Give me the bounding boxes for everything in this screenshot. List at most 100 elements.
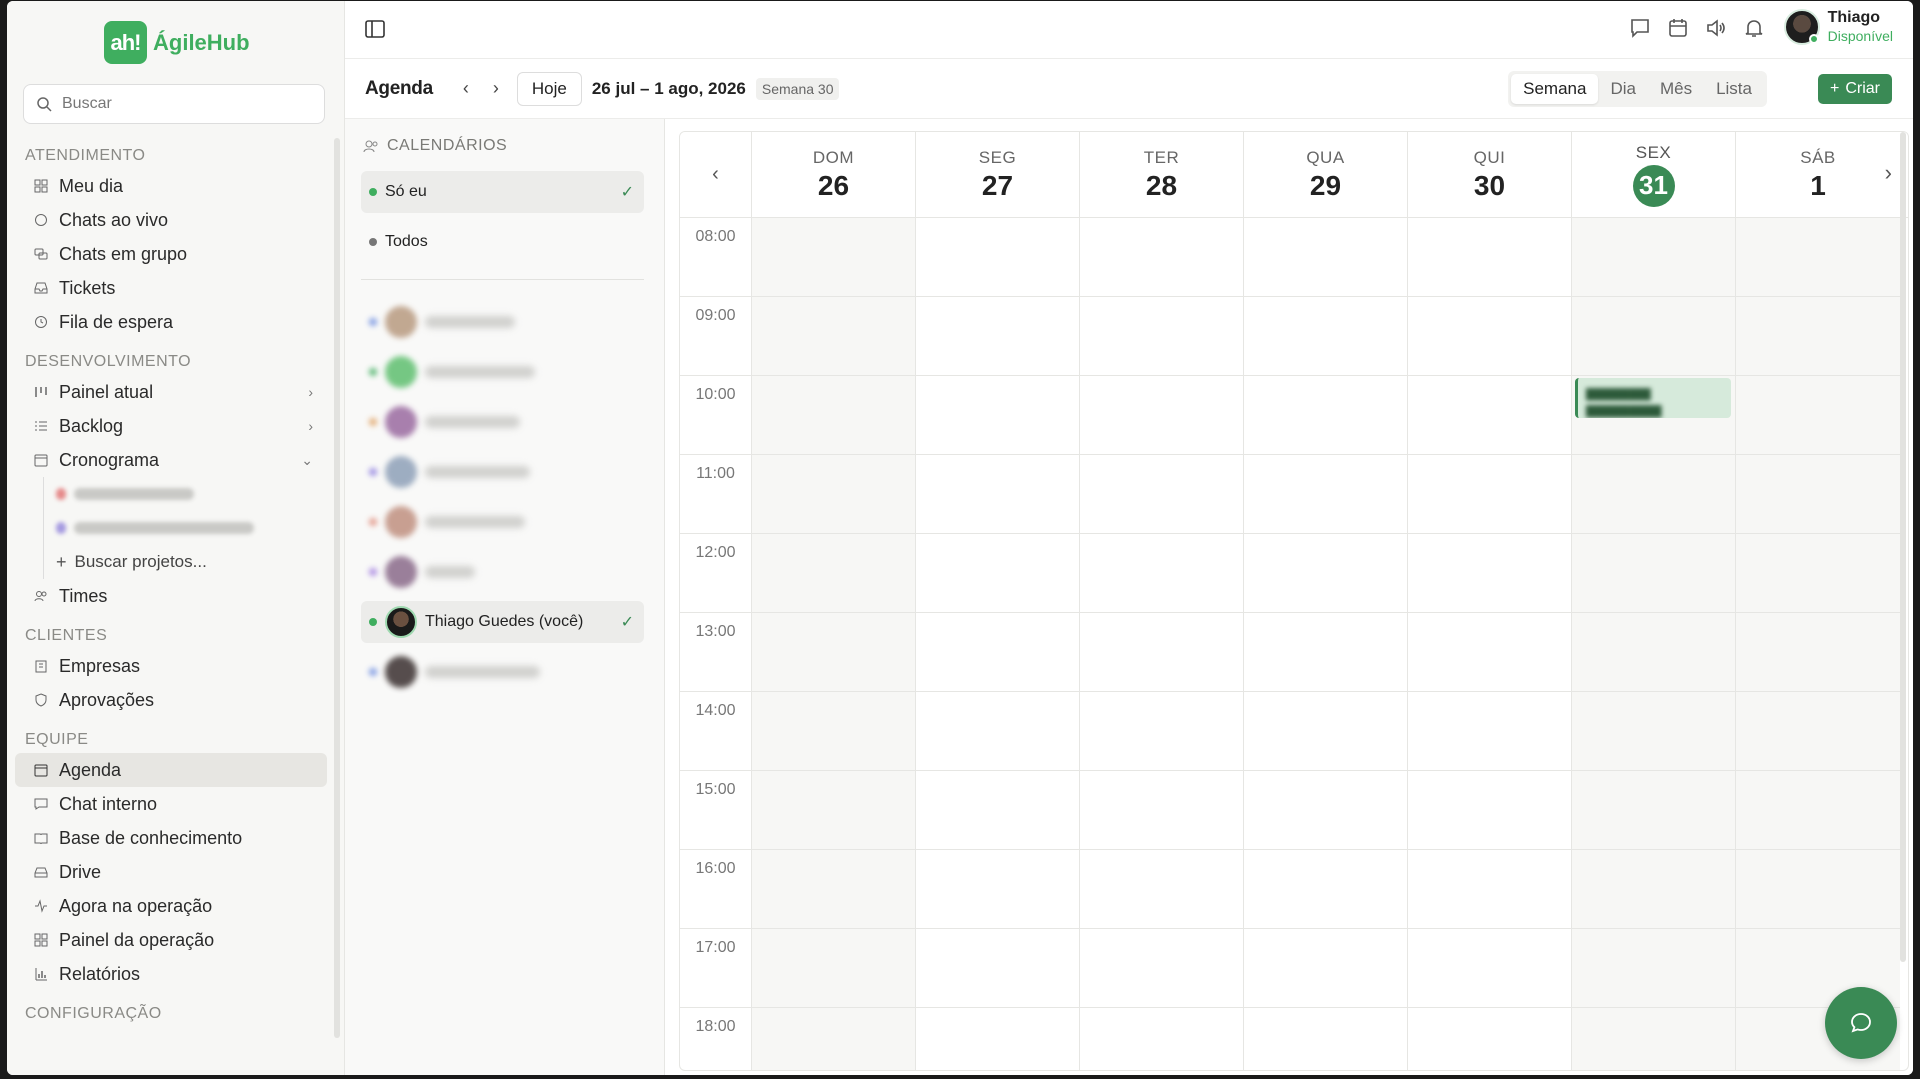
time-slot[interactable] bbox=[1736, 455, 1900, 534]
sidebar-item-cronograma[interactable]: Cronograma ⌄ bbox=[15, 443, 327, 477]
time-slot[interactable] bbox=[916, 771, 1079, 850]
time-slot[interactable] bbox=[1572, 1008, 1735, 1070]
day-header-sex-today[interactable]: SEX 31 bbox=[1572, 132, 1736, 217]
sidebar-item-painel-atual[interactable]: Painel atual › bbox=[15, 375, 327, 409]
time-slot[interactable] bbox=[752, 613, 915, 692]
time-slot[interactable] bbox=[916, 218, 1079, 297]
time-slot[interactable] bbox=[1572, 218, 1735, 297]
day-column-seg[interactable] bbox=[916, 218, 1080, 1070]
day-column-qui[interactable] bbox=[1408, 218, 1572, 1070]
person-row[interactable] bbox=[361, 551, 644, 593]
sidebar-item-times[interactable]: Times bbox=[15, 579, 327, 613]
time-slot[interactable] bbox=[916, 297, 1079, 376]
calendar-icon[interactable] bbox=[1667, 17, 1689, 39]
time-slot[interactable] bbox=[1736, 850, 1900, 929]
day-column-sex[interactable]: ▆▆▆▆▆▆ ▆▆▆▆▆▆▆ ▆▆▆▆ – ▆▆▆▆ bbox=[1572, 218, 1736, 1070]
prev-week-arrow[interactable]: ‹ bbox=[680, 132, 752, 217]
day-header-dom[interactable]: DOM 26 bbox=[752, 132, 916, 217]
sidebar-item-drive[interactable]: Drive bbox=[15, 855, 327, 889]
chat-fab-button[interactable] bbox=[1825, 987, 1897, 1059]
sidebar-item-agenda[interactable]: Agenda bbox=[15, 753, 327, 787]
next-week-button[interactable]: › bbox=[481, 74, 511, 104]
time-slot[interactable] bbox=[1244, 376, 1407, 455]
time-slot[interactable] bbox=[1572, 534, 1735, 613]
bell-icon[interactable] bbox=[1743, 17, 1765, 39]
time-slot[interactable] bbox=[1244, 771, 1407, 850]
time-slot[interactable] bbox=[1080, 613, 1243, 692]
time-slot[interactable] bbox=[1080, 929, 1243, 1008]
sidebar-item-painel-da-operacao[interactable]: Painel da operação bbox=[15, 923, 327, 957]
time-slot[interactable] bbox=[1080, 218, 1243, 297]
time-slot[interactable] bbox=[1244, 613, 1407, 692]
sidebar-item-meu-dia[interactable]: Meu dia bbox=[15, 169, 327, 203]
time-slot[interactable] bbox=[1408, 297, 1571, 376]
create-button[interactable]: + Criar bbox=[1817, 74, 1892, 104]
sidebar-toggle-icon[interactable] bbox=[365, 20, 387, 40]
time-slot[interactable] bbox=[1244, 850, 1407, 929]
time-slot[interactable] bbox=[1080, 534, 1243, 613]
search-projects-button[interactable]: + Buscar projetos... bbox=[43, 545, 337, 579]
view-list-button[interactable]: Lista bbox=[1704, 74, 1764, 104]
project-item[interactable] bbox=[43, 477, 337, 511]
prev-week-button[interactable]: ‹ bbox=[451, 74, 481, 104]
time-slot[interactable] bbox=[1572, 613, 1735, 692]
time-slot[interactable] bbox=[1244, 297, 1407, 376]
sidebar-item-tickets[interactable]: Tickets bbox=[15, 271, 327, 305]
time-slot[interactable] bbox=[752, 455, 915, 534]
sidebar-search[interactable] bbox=[23, 84, 325, 124]
day-column-ter[interactable] bbox=[1080, 218, 1244, 1070]
message-icon[interactable] bbox=[1629, 17, 1651, 39]
day-header-sab[interactable]: SÁB 1 bbox=[1736, 132, 1900, 217]
calendar-option-only-me[interactable]: Só eu ✓ bbox=[361, 171, 644, 213]
time-slot[interactable] bbox=[916, 1008, 1079, 1070]
time-slot[interactable] bbox=[1080, 455, 1243, 534]
calendar-option-all[interactable]: Todos bbox=[361, 221, 644, 263]
time-slot[interactable] bbox=[1572, 297, 1735, 376]
sidebar-item-fila-de-espera[interactable]: Fila de espera bbox=[15, 305, 327, 339]
time-slot[interactable] bbox=[916, 455, 1079, 534]
time-slot[interactable] bbox=[1736, 297, 1900, 376]
person-row-me[interactable]: Thiago Guedes (você) ✓ bbox=[361, 601, 644, 643]
time-slot[interactable] bbox=[1572, 850, 1735, 929]
time-slot[interactable] bbox=[1408, 613, 1571, 692]
person-row[interactable] bbox=[361, 501, 644, 543]
time-slot[interactable] bbox=[916, 692, 1079, 771]
time-slot[interactable] bbox=[1572, 455, 1735, 534]
user-menu[interactable]: Thiago Disponível bbox=[1783, 9, 1893, 45]
time-slot[interactable] bbox=[1736, 613, 1900, 692]
time-slot[interactable] bbox=[916, 613, 1079, 692]
time-slot[interactable] bbox=[752, 376, 915, 455]
time-slot[interactable] bbox=[916, 534, 1079, 613]
grid-scrollbar[interactable] bbox=[1900, 132, 1906, 962]
time-slot[interactable] bbox=[1572, 929, 1735, 1008]
day-column-sab[interactable] bbox=[1736, 218, 1900, 1070]
time-slot[interactable] bbox=[1080, 376, 1243, 455]
speaker-icon[interactable] bbox=[1705, 17, 1727, 39]
time-slot[interactable] bbox=[752, 771, 915, 850]
time-slot[interactable] bbox=[1736, 534, 1900, 613]
sidebar-item-aprovacoes[interactable]: Aprovações bbox=[15, 683, 327, 717]
time-slot[interactable] bbox=[916, 929, 1079, 1008]
time-slot[interactable] bbox=[1244, 1008, 1407, 1070]
time-slot[interactable] bbox=[1408, 218, 1571, 297]
time-slot[interactable] bbox=[1080, 692, 1243, 771]
time-slot[interactable] bbox=[1572, 692, 1735, 771]
sidebar-item-chats-em-grupo[interactable]: Chats em grupo bbox=[15, 237, 327, 271]
time-slot[interactable] bbox=[1408, 929, 1571, 1008]
time-slot[interactable] bbox=[1408, 692, 1571, 771]
app-logo[interactable]: ah! ÁgileHub bbox=[104, 21, 250, 64]
time-slot[interactable] bbox=[752, 297, 915, 376]
time-slot[interactable] bbox=[1244, 692, 1407, 771]
time-slot[interactable] bbox=[752, 929, 915, 1008]
day-header-qua[interactable]: QUA 29 bbox=[1244, 132, 1408, 217]
day-header-ter[interactable]: TER 28 bbox=[1080, 132, 1244, 217]
time-slot[interactable] bbox=[1080, 850, 1243, 929]
time-slot[interactable] bbox=[916, 850, 1079, 929]
time-slot[interactable] bbox=[916, 376, 1079, 455]
time-slot[interactable] bbox=[1080, 1008, 1243, 1070]
project-item[interactable] bbox=[43, 511, 337, 545]
time-slot[interactable] bbox=[1408, 455, 1571, 534]
chevron-down-icon[interactable]: ⌄ bbox=[301, 452, 313, 469]
time-slot[interactable] bbox=[1736, 692, 1900, 771]
time-slot[interactable] bbox=[1408, 534, 1571, 613]
